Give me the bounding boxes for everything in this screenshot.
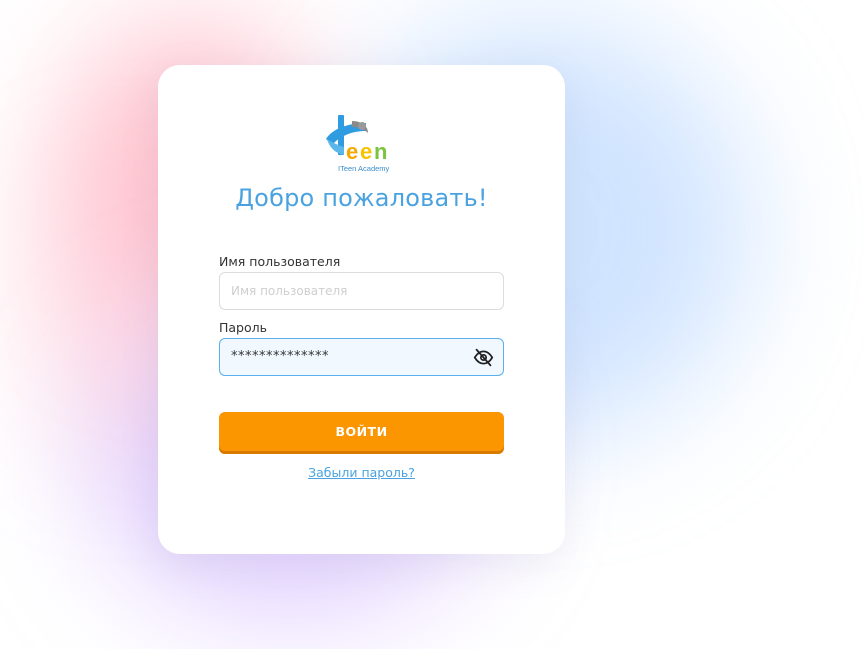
username-label: Имя пользователя: [219, 254, 341, 269]
iteen-logo: e e n ITeen Academy: [322, 111, 402, 177]
password-label: Пароль: [219, 320, 267, 335]
welcome-title: Добро пожаловать!: [235, 184, 488, 212]
username-input[interactable]: [220, 273, 503, 309]
logo-caption: ITeen Academy: [338, 164, 390, 173]
eye-off-icon[interactable]: [473, 347, 494, 368]
username-field[interactable]: [219, 272, 504, 310]
password-input-value[interactable]: **************: [231, 349, 329, 364]
svg-text:n: n: [374, 139, 387, 164]
forgot-password-link[interactable]: Забыли пароль?: [158, 465, 565, 480]
svg-text:e: e: [360, 139, 372, 164]
login-button[interactable]: ВОЙТИ: [219, 412, 504, 454]
logo-wordmark-e1: e: [346, 139, 358, 164]
password-field[interactable]: **************: [219, 338, 504, 376]
